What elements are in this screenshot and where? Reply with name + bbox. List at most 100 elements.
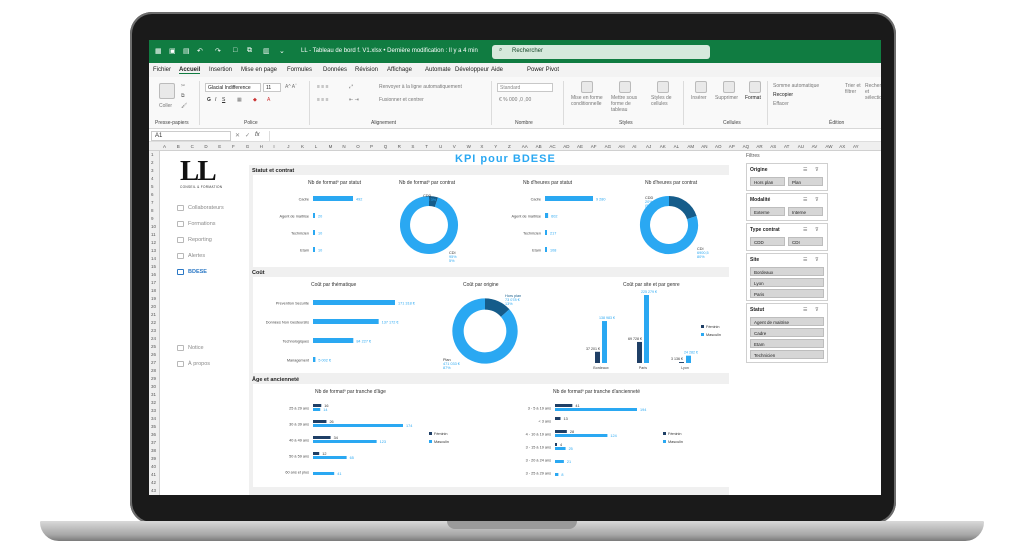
align-left-icon[interactable]: ≡ ≡ ≡ [317, 97, 329, 103]
nav-item-apropos[interactable]: À propos [188, 361, 210, 367]
customize-icon[interactable]: ⌄ [279, 47, 285, 55]
indent-icon[interactable]: ⇤ ⇥ [349, 97, 359, 103]
ribbon-tab-3[interactable]: Mise en page [241, 67, 277, 73]
ribbon-tab-9[interactable]: Développeur [455, 67, 489, 73]
column-header[interactable]: S [411, 144, 414, 149]
italic-icon[interactable]: I [215, 97, 216, 103]
redo-icon[interactable]: ↷ [215, 47, 221, 55]
row-header[interactable]: 42 [151, 480, 156, 485]
multiselect-icon[interactable]: ☰ [803, 227, 807, 233]
row-header[interactable]: 28 [151, 368, 156, 373]
fill-color-icon[interactable]: ◆ [253, 97, 257, 103]
format-cells-button[interactable]: Format [745, 95, 761, 101]
column-header[interactable]: Z [508, 144, 511, 149]
save-icon[interactable]: ▣ [169, 47, 176, 55]
clear-filter-icon[interactable]: ⊽ [815, 307, 819, 313]
row-header[interactable]: 17 [151, 280, 156, 285]
fill-button[interactable]: Recopier [773, 92, 793, 98]
filter-chip[interactable]: Bordeaux [750, 267, 824, 276]
row-header[interactable]: 33 [151, 408, 156, 413]
ribbon-tab-5[interactable]: Données [323, 67, 347, 73]
nav-item-bdese[interactable]: BDESE [188, 269, 207, 275]
column-header[interactable]: AD [563, 144, 569, 149]
ribbon-tab-0[interactable]: Fichier [153, 67, 171, 73]
row-header[interactable]: 5 [151, 184, 154, 189]
column-header[interactable]: I [273, 144, 274, 149]
column-header[interactable]: AI [632, 144, 636, 149]
row-header[interactable]: 38 [151, 448, 156, 453]
column-header[interactable]: X [480, 144, 483, 149]
ribbon-tab-7[interactable]: Affichage [387, 67, 412, 73]
delete-cells-icon[interactable] [723, 81, 735, 93]
table-format-button[interactable]: Mettre sous forme de tableau [611, 95, 647, 113]
sort-filter-button[interactable]: Trier et filtrer [845, 83, 861, 95]
font-grow-icon[interactable]: A^ Aˇ [285, 84, 297, 90]
clear-filter-icon[interactable]: ⊽ [815, 197, 819, 203]
column-header[interactable]: AH [618, 144, 624, 149]
filter-chip[interactable]: CDI [788, 237, 823, 246]
cond-format-button[interactable]: Mise en forme conditionnelle [571, 95, 607, 107]
clear-button[interactable]: Effacer [773, 101, 789, 107]
enter-icon[interactable]: ✓ [245, 132, 250, 139]
border-icon[interactable]: ▦ [237, 97, 242, 103]
search-box[interactable]: ⌕ Rechercher [492, 45, 710, 59]
wrap-text-button[interactable]: Renvoyer à la ligne automatiquement [379, 84, 462, 90]
multiselect-icon[interactable]: ☰ [803, 167, 807, 173]
column-header[interactable]: AN [701, 144, 707, 149]
format-cells-icon[interactable] [749, 81, 761, 93]
autosum-button[interactable]: Somme automatique [773, 83, 819, 89]
save-as-icon[interactable]: ▤ [183, 47, 190, 55]
underline-icon[interactable]: S [222, 97, 225, 103]
column-header[interactable]: AY [853, 144, 859, 149]
row-header[interactable]: 9 [151, 216, 154, 221]
filter-chip[interactable]: Paris [750, 289, 824, 298]
column-header[interactable]: T [425, 144, 428, 149]
column-header[interactable]: H [260, 144, 263, 149]
column-header[interactable]: AC [549, 144, 555, 149]
column-header[interactable]: AB [536, 144, 542, 149]
row-header[interactable]: 30 [151, 384, 156, 389]
align-top-icon[interactable]: ≡ ≡ ≡ [317, 84, 329, 90]
row-header[interactable]: 1 [151, 152, 154, 157]
insert-cells-button[interactable]: Insérer [691, 95, 707, 101]
filter-chip[interactable]: Lyon [750, 278, 824, 287]
column-header[interactable]: U [439, 144, 442, 149]
clear-filter-icon[interactable]: ⊽ [815, 167, 819, 173]
column-header[interactable]: D [204, 144, 207, 149]
cell-styles-icon[interactable] [657, 81, 669, 93]
row-header[interactable]: 10 [151, 224, 156, 229]
multiselect-icon[interactable]: ☰ [803, 197, 807, 203]
row-header[interactable]: 15 [151, 264, 156, 269]
copy-small-icon[interactable]: ⧉ [181, 93, 185, 99]
filter-chip[interactable]: Technicien [750, 350, 824, 359]
column-header[interactable]: AW [825, 144, 832, 149]
ribbon-tab-6[interactable]: Révision [355, 67, 378, 73]
merge-button[interactable]: Fusionner et centrer [379, 97, 424, 103]
column-header[interactable]: AO [715, 144, 722, 149]
nav-item-notice[interactable]: Notice [188, 345, 204, 351]
filter-chip[interactable]: Etam [750, 339, 824, 348]
column-header[interactable]: K [301, 144, 304, 149]
column-header[interactable]: AQ [743, 144, 750, 149]
row-header[interactable]: 27 [151, 360, 156, 365]
column-header[interactable]: N [342, 144, 345, 149]
column-header[interactable]: M [329, 144, 333, 149]
row-header[interactable]: 3 [151, 168, 154, 173]
ribbon-tab-2[interactable]: Insertion [209, 67, 232, 73]
column-header[interactable]: AU [798, 144, 804, 149]
new-icon[interactable]: □ [233, 47, 237, 54]
name-box[interactable]: A1 [151, 131, 231, 141]
column-header[interactable]: AM [687, 144, 694, 149]
column-header[interactable]: J [287, 144, 289, 149]
row-header[interactable]: 16 [151, 272, 156, 277]
cell-styles-button[interactable]: Styles de cellules [651, 95, 677, 107]
delete-cells-button[interactable]: Supprimer [715, 95, 738, 101]
row-header[interactable]: 35 [151, 424, 156, 429]
column-header[interactable]: AK [660, 144, 666, 149]
column-header[interactable]: AS [770, 144, 776, 149]
column-header[interactable]: B [177, 144, 180, 149]
paste-icon[interactable] [159, 83, 175, 99]
column-header[interactable]: AE [577, 144, 583, 149]
row-header[interactable]: 40 [151, 464, 156, 469]
column-header[interactable]: V [453, 144, 456, 149]
